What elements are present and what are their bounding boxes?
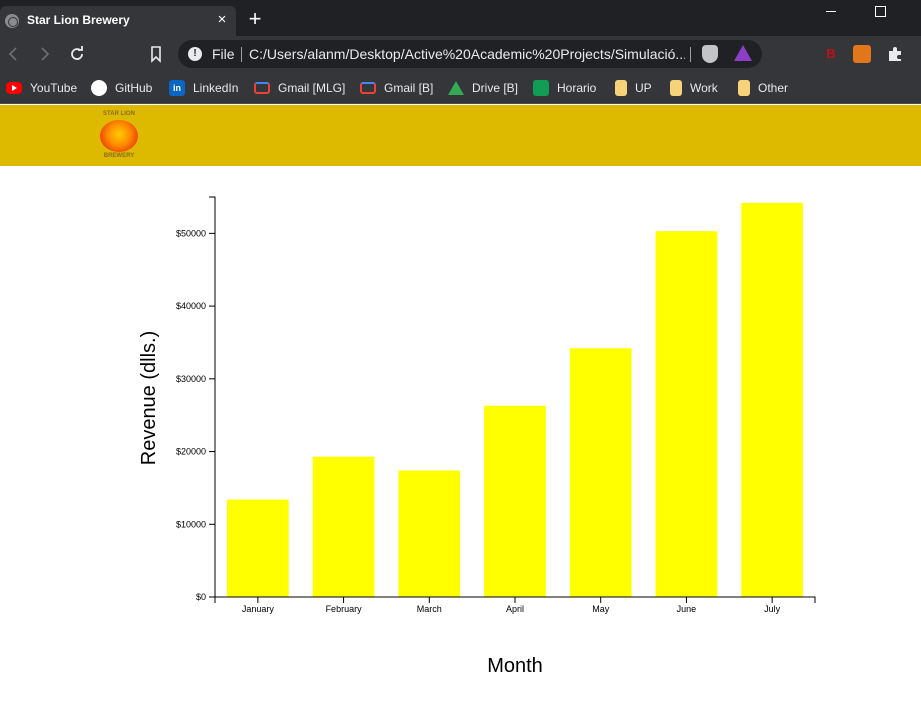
forward-button[interactable] [35, 44, 55, 64]
bookmark-label: Gmail [MLG] [278, 81, 346, 95]
y-tick-label: $40000 [176, 301, 206, 311]
lion-logo-icon [100, 120, 138, 152]
bookmark-gmail-b[interactable]: Gmail [B] [360, 78, 433, 98]
brave-shields-icon[interactable] [702, 45, 718, 63]
bookmark-label: Gmail [B] [384, 81, 434, 95]
minimize-button[interactable] [824, 4, 838, 14]
y-tick-label: $20000 [176, 447, 206, 457]
bookmark-folder-other[interactable]: Other [738, 78, 788, 98]
info-icon[interactable]: ! [188, 47, 202, 61]
browser-tab[interactable]: Star Lion Brewery × [0, 6, 236, 36]
y-tick-label: $30000 [176, 374, 206, 384]
maximize-button[interactable] [875, 6, 886, 17]
extensions-puzzle-icon[interactable] [886, 45, 904, 63]
reload-button[interactable] [67, 44, 87, 64]
gmail-icon [360, 82, 376, 94]
x-tick-label: June [677, 604, 697, 614]
url-text[interactable]: C:/Users/alanm/Desktop/Active%20Academic… [249, 46, 685, 62]
chart-svg: $0 $10000 $20000 $30000 $40000 $50000 January… [138, 196, 816, 677]
bookmark-icon [151, 46, 161, 63]
globe-icon [5, 14, 19, 28]
y-tick-label: $10000 [176, 519, 206, 529]
brewery-logo[interactable]: STAR LION BREWERY [96, 111, 142, 161]
bookmark-github[interactable]: GitHub [91, 78, 152, 98]
x-tick-label: February [326, 604, 363, 614]
browser-tabstrip: Star Lion Brewery × + [0, 0, 921, 36]
bar-july [741, 202, 803, 597]
bitwarden-extension-icon[interactable]: B [822, 45, 840, 63]
bookmark-label: Other [758, 81, 789, 95]
bookmark-drive[interactable]: Drive [B] [448, 78, 518, 98]
bookmark-horario[interactable]: Horario [533, 78, 596, 98]
bookmark-label: LinkedIn [193, 81, 239, 95]
folder-icon [738, 80, 750, 96]
youtube-icon [6, 82, 22, 94]
bar-january [227, 499, 289, 597]
drive-icon [448, 81, 464, 95]
bookmark-label: YouTube [30, 81, 78, 95]
forward-arrow-icon [41, 47, 50, 61]
bookmark-label: Horario [557, 81, 597, 95]
y-axis: $0 $10000 $20000 $30000 $40000 $50000 [176, 196, 216, 602]
site-header: STAR LION BREWERY [0, 105, 921, 166]
y-axis-line [209, 196, 216, 598]
revenue-chart: $0 $10000 $20000 $30000 $40000 $50000 January… [0, 166, 921, 708]
folder-icon [670, 80, 682, 96]
bar-may [569, 348, 632, 597]
x-tick-label: March [417, 604, 442, 614]
bookmark-folder-up[interactable]: UP [615, 78, 652, 98]
bookmark-youtube[interactable]: YouTube [6, 78, 77, 98]
bookmark-label: GitHub [115, 81, 153, 95]
back-button[interactable] [3, 44, 23, 64]
reload-icon [71, 46, 83, 60]
divider [241, 47, 242, 62]
bar-april [484, 405, 546, 597]
brave-rewards-icon[interactable] [734, 45, 752, 61]
bookmarks-bar: YouTube GitHub in LinkedIn Gmail [MLG] G… [0, 72, 921, 104]
x-tick-label: April [506, 604, 524, 614]
y-tick-label: $50000 [176, 228, 206, 238]
bar-june [655, 231, 718, 597]
github-icon [91, 80, 107, 96]
folder-icon [615, 80, 627, 96]
browser-toolbar: ! File C:/Users/alanm/Desktop/Active%20A… [0, 36, 921, 72]
bookmark-label: Drive [B] [472, 81, 519, 95]
tab-close-button[interactable]: × [212, 10, 232, 30]
bookmark-label: Work [690, 81, 718, 95]
x-axis-label: Month [487, 655, 543, 677]
bars-group [227, 202, 803, 597]
y-tick-label: $0 [196, 592, 206, 602]
y-axis-label: Revenue (dlls.) [138, 331, 160, 466]
new-tab-button[interactable]: + [244, 8, 266, 30]
tab-title: Star Lion Brewery [27, 13, 130, 27]
sheets-icon [533, 80, 549, 96]
x-tick-label: May [592, 604, 610, 614]
gmail-icon [254, 82, 270, 94]
bookmark-linkedin[interactable]: in LinkedIn [169, 78, 238, 98]
bookmark-label: UP [635, 81, 652, 95]
linkedin-icon: in [169, 80, 185, 96]
x-tick-label: January [242, 604, 275, 614]
logo-text-bottom: BREWERY [103, 153, 135, 159]
logo-text-top: STAR LION [103, 111, 135, 117]
metamask-extension-icon[interactable] [853, 45, 871, 63]
x-tick-label: July [764, 604, 781, 614]
divider [690, 47, 691, 62]
file-chip: File [212, 46, 235, 62]
x-axis: January February March April May June July [214, 596, 816, 614]
back-arrow-icon [8, 47, 17, 61]
bookmark-folder-work[interactable]: Work [670, 78, 718, 98]
bookmark-button[interactable] [146, 44, 166, 64]
bar-february [312, 456, 375, 597]
bookmark-gmail-mlg[interactable]: Gmail [MLG] [254, 78, 345, 98]
bar-march [398, 470, 461, 597]
address-bar[interactable]: ! File C:/Users/alanm/Desktop/Active%20A… [178, 40, 762, 68]
